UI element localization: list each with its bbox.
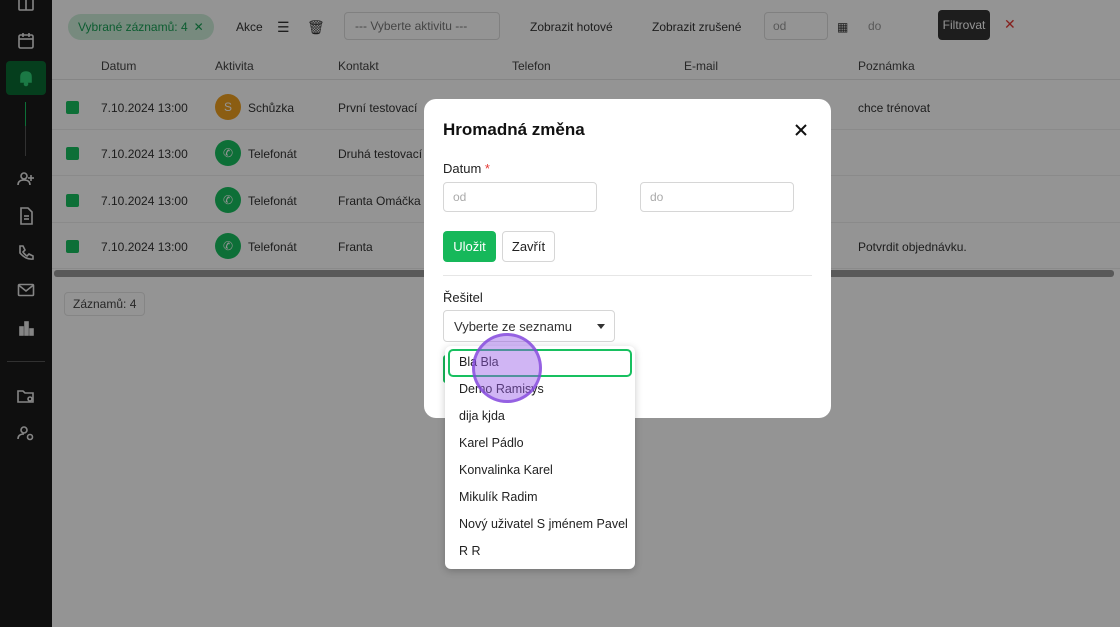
option-mikulik-radim[interactable]: Mikulík Radim <box>459 490 538 504</box>
option-konvalinka-karel[interactable]: Konvalinka Karel <box>459 463 553 477</box>
divider <box>443 275 812 276</box>
click-indicator <box>472 333 542 403</box>
date-from-input[interactable]: od <box>443 182 597 212</box>
assignee-select-value: Vyberte ze seznamu <box>454 318 573 334</box>
required-mark: * <box>484 161 490 176</box>
date-to-input[interactable]: do <box>640 182 794 212</box>
option-r-r[interactable]: R R <box>459 544 481 558</box>
option-karel-padlo[interactable]: Karel Pádlo <box>459 436 524 450</box>
option-novy-uzivatel[interactable]: Nový uživatel S jménem Pavel <box>459 517 628 531</box>
date-label: Datum * <box>443 161 490 176</box>
save-button[interactable]: Uložit <box>443 231 496 262</box>
close-button[interactable]: Zavřít <box>502 231 555 262</box>
option-dija-kjda[interactable]: dija kjda <box>459 409 505 423</box>
modal-title: Hromadná změna <box>443 120 585 139</box>
assignee-label: Řešitel <box>443 290 483 305</box>
date-label-text: Datum <box>443 161 482 176</box>
caret-down-icon <box>597 324 605 329</box>
assignee-select[interactable]: Vyberte ze seznamu <box>443 310 615 342</box>
close-icon[interactable] <box>790 119 812 141</box>
